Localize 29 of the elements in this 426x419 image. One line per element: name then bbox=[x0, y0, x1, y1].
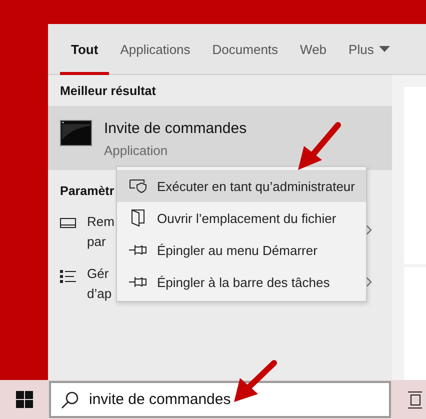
result-item[interactable]: Invite de commandes Application bbox=[48, 106, 392, 170]
windows-logo-icon[interactable] bbox=[16, 391, 33, 408]
tab[interactable]: Applications bbox=[109, 24, 202, 74]
shield-icon bbox=[129, 179, 147, 193]
section-heading: Meilleur résultat bbox=[59, 83, 157, 100]
setting-text: Rem bbox=[87, 213, 114, 231]
pin-icon bbox=[129, 276, 147, 288]
monitor-icon bbox=[60, 218, 76, 228]
chevron-icon bbox=[365, 224, 372, 236]
chevron-icon bbox=[365, 276, 372, 288]
tab[interactable]: Web bbox=[289, 24, 338, 74]
tab[interactable]: Plus bbox=[338, 24, 401, 74]
menu-item[interactable]: Épingler au menu Démarrer bbox=[117, 234, 366, 266]
menu-item[interactable]: Épingler à la barre des tâches bbox=[117, 266, 366, 298]
task-view-icon[interactable] bbox=[408, 390, 424, 408]
search-icon bbox=[61, 390, 79, 408]
arrow-icon bbox=[296, 122, 342, 172]
menu-item[interactable]: Ouvrir l’emplacement du fichier bbox=[117, 202, 366, 234]
terminal-icon bbox=[60, 120, 92, 146]
menu-item[interactable]: Exécuter en tant qu’administrateur bbox=[117, 170, 366, 202]
pin-icon bbox=[129, 244, 147, 256]
setting-text: Gér bbox=[87, 265, 109, 283]
section-heading: Paramètr bbox=[59, 183, 114, 200]
tab[interactable]: Documents bbox=[201, 24, 290, 74]
list-icon bbox=[60, 270, 76, 284]
search-field[interactable]: invite de commandes bbox=[49, 381, 391, 418]
setting-text: d’ap bbox=[87, 285, 112, 303]
door-icon bbox=[129, 209, 147, 227]
setting-text: par bbox=[87, 233, 106, 251]
